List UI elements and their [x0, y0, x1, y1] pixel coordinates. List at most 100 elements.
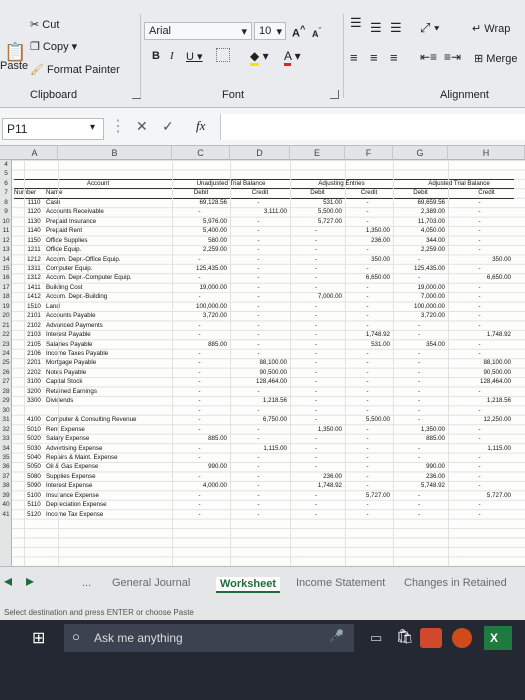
header-credit[interactable]: Credit — [230, 188, 290, 197]
account-number[interactable]: 1130 — [24, 217, 44, 226]
fill-color-icon[interactable]: ◆ ▾ — [250, 49, 269, 66]
amount-e[interactable]: - — [290, 396, 342, 405]
row-header-7[interactable]: 7 — [0, 188, 12, 197]
account-number[interactable]: 1412 — [24, 292, 44, 301]
amount-d[interactable]: - — [230, 292, 287, 301]
account-name[interactable]: Building Cost — [46, 283, 172, 292]
amount-f[interactable]: - — [345, 387, 390, 396]
amount-f[interactable]: - — [345, 349, 390, 358]
amount-d[interactable]: 1,218.56 — [230, 396, 287, 405]
row-header-36[interactable]: 36 — [0, 462, 12, 471]
account-name[interactable]: Prepaid Rent — [46, 226, 172, 235]
row-header-30[interactable]: 30 — [0, 406, 12, 415]
amount-h[interactable]: - — [448, 236, 511, 245]
amount-e[interactable]: 531.00 — [290, 198, 342, 207]
amount-e[interactable]: 1,350.00 — [290, 425, 342, 434]
amount-c[interactable]: - — [172, 273, 227, 282]
row-header-5[interactable]: 5 — [0, 169, 12, 178]
amount-c[interactable]: - — [172, 510, 227, 519]
account-name[interactable]: Prepaid Insurance — [46, 217, 172, 226]
account-name[interactable]: Accum. Depr.-Computer Equip. — [46, 273, 172, 282]
amount-d[interactable]: - — [230, 425, 287, 434]
column-header-g[interactable]: G — [393, 146, 448, 160]
row-header-18[interactable]: 18 — [0, 292, 12, 301]
amount-d[interactable]: - — [230, 406, 287, 415]
amount-f[interactable]: - — [345, 462, 390, 471]
amount-d[interactable]: - — [230, 434, 287, 443]
amount-d[interactable]: - — [230, 311, 287, 320]
worksheet-grid[interactable]: ABCDEFGH 4 5 6 7 8 9 10 11 12 13 14 15 16 17 18 19 20 21 2… — [0, 146, 525, 566]
amount-g[interactable]: - — [393, 406, 445, 415]
amount-d[interactable]: 128,464.00 — [230, 377, 287, 386]
amount-f[interactable]: - — [345, 481, 390, 490]
amount-h[interactable]: - — [448, 321, 511, 330]
account-name[interactable]: Salary Expense — [46, 434, 172, 443]
shrink-font-button[interactable]: Aˇ — [312, 26, 321, 39]
header-unadjusted-trial-balance[interactable]: Unadjusted Trial Balance — [172, 179, 290, 188]
chevron-down-icon[interactable]: ▾ — [90, 122, 95, 133]
amount-e[interactable]: - — [290, 255, 342, 264]
column-header-a[interactable]: A — [12, 146, 58, 160]
amount-f[interactable]: - — [345, 377, 390, 386]
amount-d[interactable]: - — [230, 245, 287, 254]
account-name[interactable]: Accounts Payable — [46, 311, 172, 320]
amount-d[interactable]: - — [230, 217, 287, 226]
amount-g[interactable]: - — [393, 358, 445, 367]
row-header-6[interactable]: 6 — [0, 179, 12, 188]
amount-e[interactable]: - — [290, 500, 342, 509]
header-credit[interactable]: Credit — [448, 188, 525, 197]
account-name[interactable]: Accum. Depr.-Building — [46, 292, 172, 301]
account-number[interactable]: 2103 — [24, 330, 44, 339]
amount-h[interactable]: - — [448, 340, 511, 349]
amount-e[interactable]: - — [290, 510, 342, 519]
amount-f[interactable]: - — [345, 311, 390, 320]
borders-icon[interactable] — [216, 48, 230, 62]
account-number[interactable]: 5090 — [24, 481, 44, 490]
account-name[interactable]: Office Equip. — [46, 245, 172, 254]
amount-c[interactable]: - — [172, 377, 227, 386]
grow-font-button[interactable]: A^ — [292, 24, 305, 40]
account-name[interactable]: Depreciation Expense — [46, 500, 172, 509]
row-header-17[interactable]: 17 — [0, 283, 12, 292]
account-number[interactable]: 2106 — [24, 349, 44, 358]
amount-d[interactable]: - — [230, 264, 287, 273]
row-header-32[interactable]: 32 — [0, 425, 12, 434]
account-number[interactable]: 5120 — [24, 510, 44, 519]
row-header-39[interactable]: 39 — [0, 491, 12, 500]
font-name-select[interactable]: Arial ▾ — [144, 22, 252, 40]
name-box[interactable]: P11 — [2, 118, 104, 140]
row-header-13[interactable]: 13 — [0, 245, 12, 254]
amount-c[interactable]: - — [172, 368, 227, 377]
row-header-22[interactable]: 22 — [0, 330, 12, 339]
header-name[interactable]: Name — [46, 188, 146, 197]
underline-button[interactable]: U ▾ — [186, 50, 203, 63]
amount-f[interactable]: - — [345, 217, 390, 226]
amount-c[interactable]: - — [172, 358, 227, 367]
row-header-34[interactable]: 34 — [0, 444, 12, 453]
header-credit[interactable]: Credit — [345, 188, 393, 197]
account-name[interactable]: Accum. Depr.-Office Equip. — [46, 255, 172, 264]
row-header-35[interactable]: 35 — [0, 453, 12, 462]
decrease-indent-icon[interactable]: ⇤≡ — [420, 50, 437, 64]
account-number[interactable]: 2105 — [24, 340, 44, 349]
amount-f[interactable]: - — [345, 207, 390, 216]
amount-e[interactable]: - — [290, 236, 342, 245]
amount-c[interactable]: - — [172, 500, 227, 509]
header-debit[interactable]: Debit — [393, 188, 448, 197]
amount-g[interactable]: - — [393, 444, 445, 453]
insert-function-button[interactable]: fx — [196, 118, 205, 134]
amount-d[interactable]: - — [230, 481, 287, 490]
amount-f[interactable]: 350.00 — [345, 255, 390, 264]
amount-d[interactable]: - — [230, 255, 287, 264]
amount-f[interactable]: 1,748.92 — [345, 330, 390, 339]
amount-g[interactable]: 4,050.00 — [393, 226, 445, 235]
amount-d[interactable]: 90,500.00 — [230, 368, 287, 377]
row-header-33[interactable]: 33 — [0, 434, 12, 443]
account-name[interactable]: Dividends — [46, 396, 172, 405]
amount-h[interactable]: - — [448, 226, 511, 235]
amount-e[interactable]: - — [290, 491, 342, 500]
amount-d[interactable]: 1,115.00 — [230, 444, 287, 453]
amount-e[interactable]: - — [290, 415, 342, 424]
tabs-next-icon[interactable]: ▸ — [26, 571, 34, 591]
amount-f[interactable]: - — [345, 500, 390, 509]
